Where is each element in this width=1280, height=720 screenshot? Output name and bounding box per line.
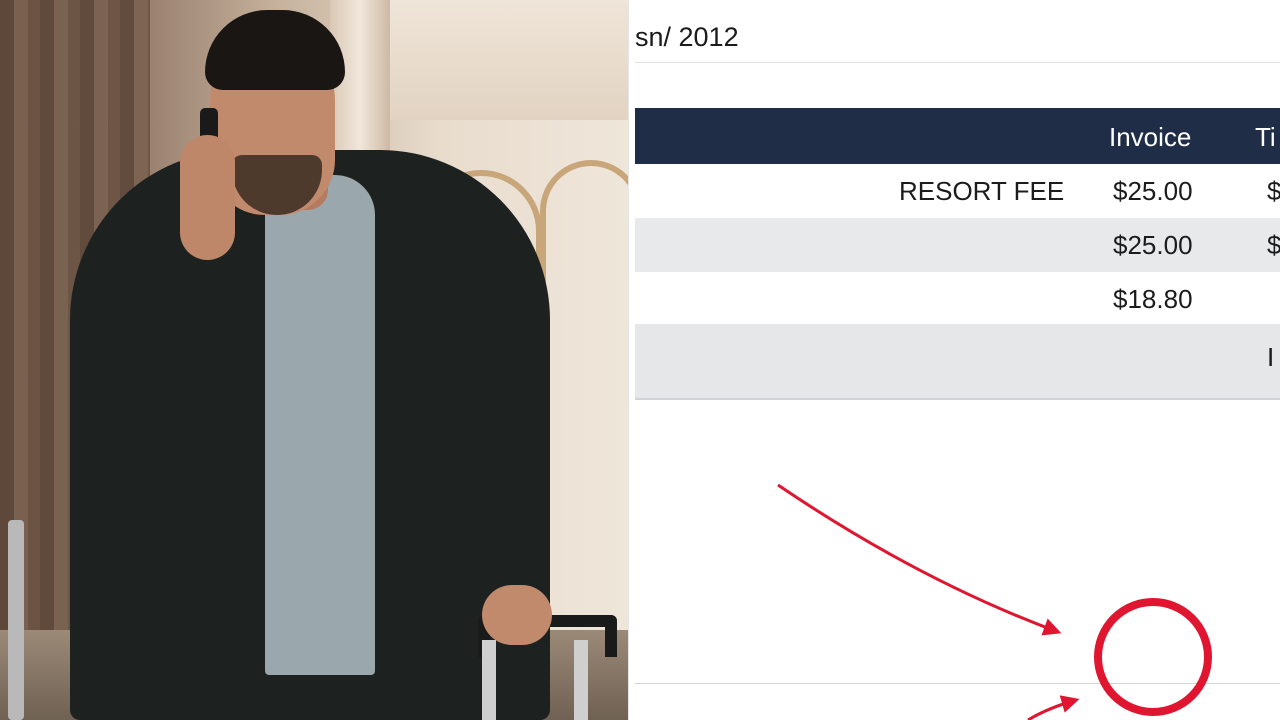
line-item-amount: $18.80 (1113, 284, 1193, 314)
column-header-invoice: Invoice (1109, 122, 1192, 152)
luggage-cart-pole (8, 520, 24, 720)
hair (205, 10, 345, 90)
grey-shirt (265, 175, 375, 675)
line-item-amount: $25.00 (1113, 230, 1193, 260)
invoice-table-header: Invoice Ti (635, 108, 1280, 164)
brass-cart-arch (540, 160, 628, 376)
column-header-total: Ti (1255, 122, 1276, 152)
hand-holding-phone (180, 135, 235, 260)
ceiling (380, 0, 628, 120)
line-item-total: I (1267, 342, 1275, 372)
lobby-photo (0, 0, 628, 720)
invoice-date: sn/ 2012 (635, 22, 739, 52)
line-item-total: $ (1267, 230, 1280, 260)
invoice-document: sn/ 2012 Invoice Ti RESORT FEE $25.00 $ … (628, 0, 1280, 720)
table-row: RESORT FEE $25.00 $ (635, 164, 1280, 218)
suitcase-pole (482, 640, 496, 720)
divider (635, 62, 1280, 63)
line-item-total: $ (1267, 176, 1280, 206)
table-row: $25.00 $ (635, 218, 1280, 272)
suitcase-pole (574, 640, 588, 720)
hand-on-suitcase (482, 585, 552, 645)
line-item-amount: $25.00 (1113, 176, 1193, 206)
line-item-description: RESORT FEE (899, 176, 1065, 206)
table-row: I (635, 324, 1280, 400)
table-row: $18.80 (635, 272, 1280, 324)
divider (635, 683, 1280, 684)
